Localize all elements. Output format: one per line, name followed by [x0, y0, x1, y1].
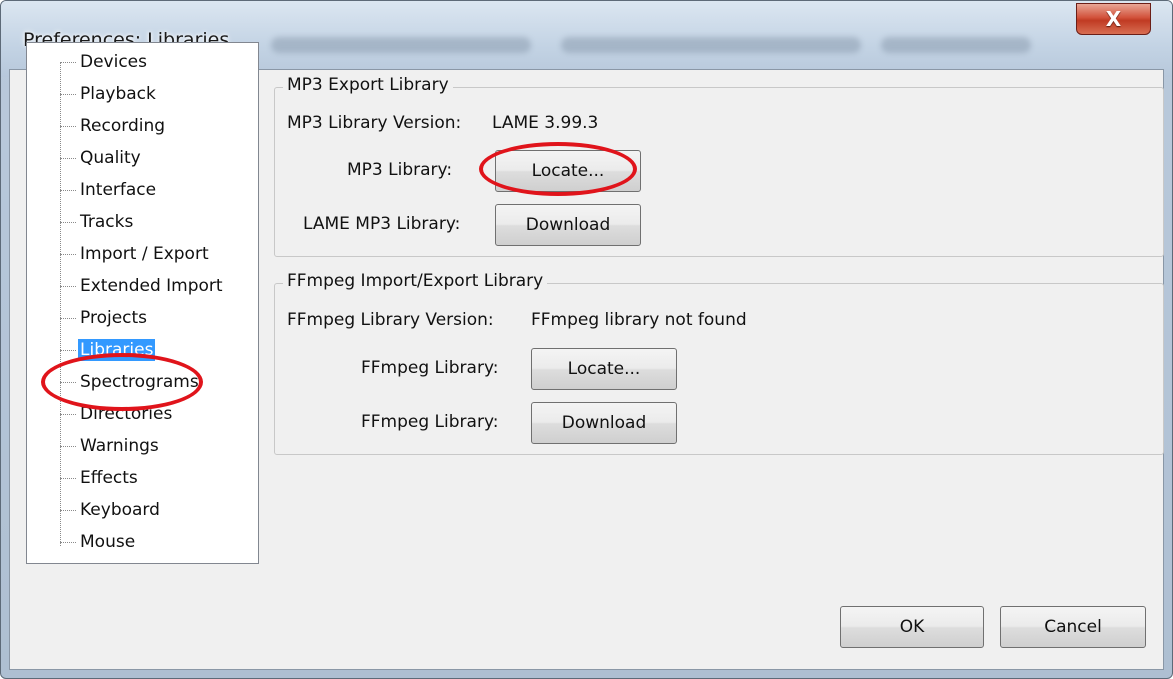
mp3-version-label: MP3 Library Version: — [287, 113, 462, 133]
mp3-export-library-group: MP3 Export Library MP3 Library Version: … — [274, 75, 1164, 257]
tree-item-projects[interactable]: Projects — [60, 305, 149, 331]
close-button[interactable]: X — [1076, 3, 1151, 35]
ffmpeg-download-button[interactable]: Download — [531, 402, 677, 444]
lame-library-label: LAME MP3 Library: — [303, 214, 461, 234]
dialog-client-area: Devices Playback Recording Quality Inter… — [9, 42, 1164, 670]
tree-item-label: Libraries — [78, 339, 156, 361]
tree-item-interface[interactable]: Interface — [60, 177, 158, 203]
ffmpeg-library-group: FFmpeg Import/Export Library FFmpeg Libr… — [274, 271, 1164, 455]
tree-item-label: Interface — [80, 180, 157, 200]
background-blur — [271, 37, 531, 53]
tree-item-label: Import / Export — [80, 244, 209, 264]
tree-item-label: Directories — [80, 404, 173, 424]
tree-item-spectrograms[interactable]: Spectrograms — [60, 369, 201, 395]
ffmpeg-library-label: FFmpeg Library: — [361, 358, 499, 378]
close-icon: X — [1105, 7, 1122, 31]
tree-item-directories[interactable]: Directories — [60, 401, 174, 427]
tree-item-label: Playback — [80, 84, 156, 104]
tree-item-libraries[interactable]: Libraries — [60, 337, 156, 363]
tree-item-extended-import[interactable]: Extended Import — [60, 273, 225, 299]
ffmpeg-download-label: FFmpeg Library: — [361, 412, 499, 432]
tree-item-import-export[interactable]: Import / Export — [60, 241, 211, 267]
tree-item-label: Mouse — [80, 532, 136, 552]
tree-item-label: Effects — [80, 468, 138, 488]
tree-item-label: Recording — [80, 116, 166, 136]
tree-item-label: Extended Import — [80, 276, 223, 296]
background-blur — [881, 37, 1031, 53]
tree-item-mouse[interactable]: Mouse — [60, 529, 137, 555]
tree-item-warnings[interactable]: Warnings — [60, 433, 161, 459]
ffmpeg-version-label: FFmpeg Library Version: — [287, 310, 494, 330]
tree-item-quality[interactable]: Quality — [60, 145, 143, 171]
tree-item-keyboard[interactable]: Keyboard — [60, 497, 162, 523]
ffmpeg-locate-button[interactable]: Locate... — [531, 348, 677, 390]
cancel-button[interactable]: Cancel — [1000, 606, 1146, 648]
tree-item-label: Tracks — [80, 212, 134, 232]
mp3-library-label: MP3 Library: — [347, 160, 453, 180]
preferences-window: Preferences: Libraries X Devices Playbac… — [0, 0, 1173, 679]
preferences-tree: Devices Playback Recording Quality Inter… — [26, 42, 259, 564]
tree-item-label: Keyboard — [80, 500, 160, 520]
tree-item-label: Projects — [80, 308, 148, 328]
lame-download-button[interactable]: Download — [495, 204, 641, 246]
ffmpeg-version-value: FFmpeg library not found — [531, 310, 747, 330]
tree-item-playback[interactable]: Playback — [60, 81, 158, 107]
tree-item-label: Spectrograms — [80, 372, 199, 392]
mp3-version-value: LAME 3.99.3 — [492, 113, 599, 133]
tree-item-devices[interactable]: Devices — [60, 49, 149, 75]
group-title: MP3 Export Library — [283, 75, 453, 95]
background-blur — [561, 37, 861, 53]
tree-item-label: Devices — [80, 52, 147, 72]
ok-button[interactable]: OK — [840, 606, 984, 648]
tree-item-effects[interactable]: Effects — [60, 465, 140, 491]
group-title: FFmpeg Import/Export Library — [283, 271, 548, 291]
tree-item-recording[interactable]: Recording — [60, 113, 167, 139]
mp3-locate-button[interactable]: Locate... — [495, 150, 641, 192]
tree-item-tracks[interactable]: Tracks — [60, 209, 135, 235]
tree-item-label: Quality — [80, 148, 141, 168]
tree-item-label: Warnings — [80, 436, 159, 456]
